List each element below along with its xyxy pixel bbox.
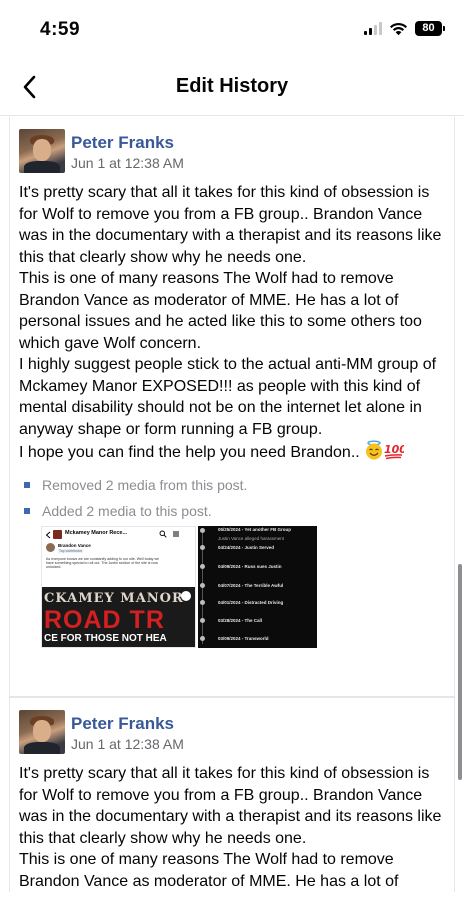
edit-entry: Peter Franks Jun 1 at 12:38 AM It's pret… [9,697,455,892]
media-thumbnail[interactable]: Mckamey Manor Rece... Brandon Vance Top … [41,525,196,648]
smiling-halo-emoji-icon [366,440,383,460]
hundred-points-emoji-icon: 100 [384,443,404,460]
status-icons: 80 [364,21,445,36]
timeline-item: Justin Vance alleged harassment [218,535,284,541]
avatar[interactable] [19,710,65,754]
entry-header: Peter Franks Jun 1 at 12:38 AM [10,698,454,756]
promo-line: CE FOR THOSE NOT HEA [44,632,167,644]
page-title: Edit History [175,75,289,97]
change-item: Removed 2 media from this post. [24,474,454,500]
change-item: Added 2 media to this post. [24,500,454,526]
post-body: It's pretty scary that all it takes for … [19,184,442,461]
author-name[interactable]: Peter Franks [71,133,174,153]
media-badge: Top contributor [58,548,84,553]
media-body: As everyone knows we are constantly addi… [46,556,159,570]
battery-icon: 80 [415,21,445,36]
promo-image: CKAMEY MANOR ROAD TR CE FOR THOSE NOT HE… [42,586,195,647]
promo-line: CKAMEY MANOR [44,590,184,606]
timeline-item: 04/09/2024 - Russ sues Justin [218,563,282,569]
svg-text:100: 100 [384,443,404,456]
status-time: 4:59 [40,19,81,40]
scrollbar[interactable] [458,564,462,780]
media-title: Mckamey Manor Rece... [65,529,128,536]
signal-icon [364,22,382,35]
post-timestamp: Jun 1 at 12:38 AM [71,155,184,171]
timeline-item: 04/01/2024 - Distracted Driving [218,599,284,605]
post-timestamp: Jun 1 at 12:38 AM [71,736,184,752]
timeline-item: 04/07/2024 - The Terrible Awful [218,582,284,588]
chevron-left-icon [45,531,51,538]
post-text: It's pretty scary that all it takes for … [10,756,454,892]
author-name[interactable]: Peter Franks [71,714,174,734]
status-bar: 4:59 80 [0,0,464,58]
media-author: Brandon Vance [58,542,91,548]
search-icon [159,530,167,538]
media-thumbnail[interactable]: 05/25/2024 - Yet another FB Group Justin… [198,525,317,648]
wifi-icon [390,22,407,35]
change-text: Removed 2 media from this post. [42,476,248,493]
bullet-icon [24,481,30,488]
avatar[interactable] [19,129,65,173]
menu-icon [173,531,179,536]
timeline-item: 03/28/2024 - The Call [218,617,263,623]
promo-line: ROAD TR [44,605,165,634]
timeline-item: 05/25/2024 - Yet another FB Group [218,526,291,532]
timeline-item: 03/09/2024 - Transworld [218,635,269,641]
bullet-icon [24,507,30,514]
edit-entry: Peter Franks Jun 1 at 12:38 AM It's pret… [9,117,455,697]
edit-history-list[interactable]: Peter Franks Jun 1 at 12:38 AM It's pret… [0,117,464,908]
change-text: Added 2 media to this post. [42,502,212,519]
media-thumbnails: Mckamey Manor Rece... Brandon Vance Top … [33,525,454,656]
entry-header: Peter Franks Jun 1 at 12:38 AM [10,117,454,175]
post-body: It's pretty scary that all it takes for … [19,765,442,890]
nav-bar: Edit History [0,58,464,116]
timeline-item: 04/24/2024 - Justin Served [218,544,275,550]
info-icon [181,590,191,601]
post-text: It's pretty scary that all it takes for … [10,175,454,464]
